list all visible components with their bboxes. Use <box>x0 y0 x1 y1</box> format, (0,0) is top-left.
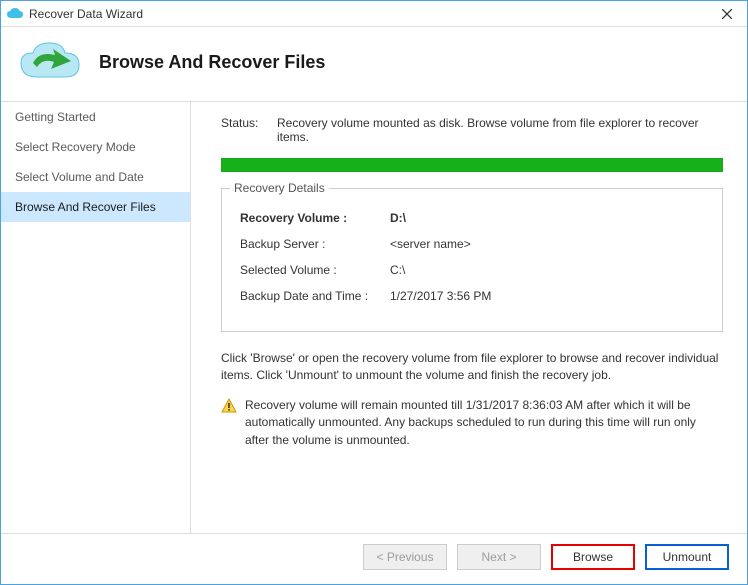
sidebar-item-select-volume-date[interactable]: Select Volume and Date <box>1 162 190 192</box>
window-title: Recover Data Wizard <box>29 7 713 21</box>
close-icon <box>722 9 732 19</box>
warning-row: Recovery volume will remain mounted till… <box>221 397 723 449</box>
status-label: Status: <box>221 116 277 130</box>
backup-datetime-value: 1/27/2017 3:56 PM <box>390 289 491 303</box>
sidebar-item-select-recovery-mode[interactable]: Select Recovery Mode <box>1 132 190 162</box>
recovery-details-group: Recovery Details Recovery Volume : D:\ B… <box>221 188 723 332</box>
wizard-window: Recover Data Wizard Browse And Recover F… <box>0 0 748 585</box>
instruction-text: Click 'Browse' or open the recovery volu… <box>221 350 723 385</box>
title-bar: Recover Data Wizard <box>1 1 747 27</box>
main-panel: Status: Recovery volume mounted as disk.… <box>191 102 747 533</box>
unmount-button[interactable]: Unmount <box>645 544 729 570</box>
recovery-volume-label: Recovery Volume : <box>240 211 390 225</box>
selected-volume-label: Selected Volume : <box>240 263 390 277</box>
warning-text: Recovery volume will remain mounted till… <box>245 397 723 449</box>
warning-icon <box>221 398 237 419</box>
status-row: Status: Recovery volume mounted as disk.… <box>221 116 723 144</box>
next-button: Next > <box>457 544 541 570</box>
previous-button: < Previous <box>363 544 447 570</box>
app-cloud-icon <box>7 8 23 20</box>
cloud-recover-icon <box>19 41 81 83</box>
page-heading: Browse And Recover Files <box>99 52 325 73</box>
progress-bar <box>221 158 723 172</box>
wizard-steps-sidebar: Getting Started Select Recovery Mode Sel… <box>1 102 191 533</box>
browse-button[interactable]: Browse <box>551 544 635 570</box>
wizard-body: Getting Started Select Recovery Mode Sel… <box>1 101 747 533</box>
sidebar-item-getting-started[interactable]: Getting Started <box>1 102 190 132</box>
status-text: Recovery volume mounted as disk. Browse … <box>277 116 723 144</box>
backup-server-label: Backup Server : <box>240 237 390 251</box>
recovery-details-legend: Recovery Details <box>230 181 329 195</box>
detail-selected-volume: Selected Volume : C:\ <box>240 263 704 277</box>
detail-backup-server: Backup Server : <server name> <box>240 237 704 251</box>
detail-recovery-volume: Recovery Volume : D:\ <box>240 211 704 225</box>
backup-datetime-label: Backup Date and Time : <box>240 289 390 303</box>
backup-server-value: <server name> <box>390 237 471 251</box>
close-button[interactable] <box>713 4 741 24</box>
detail-backup-datetime: Backup Date and Time : 1/27/2017 3:56 PM <box>240 289 704 303</box>
sidebar-item-browse-recover[interactable]: Browse And Recover Files <box>1 192 190 222</box>
wizard-footer: < Previous Next > Browse Unmount <box>1 533 747 584</box>
wizard-header: Browse And Recover Files <box>1 27 747 101</box>
selected-volume-value: C:\ <box>390 263 405 277</box>
recovery-volume-value: D:\ <box>390 211 406 225</box>
